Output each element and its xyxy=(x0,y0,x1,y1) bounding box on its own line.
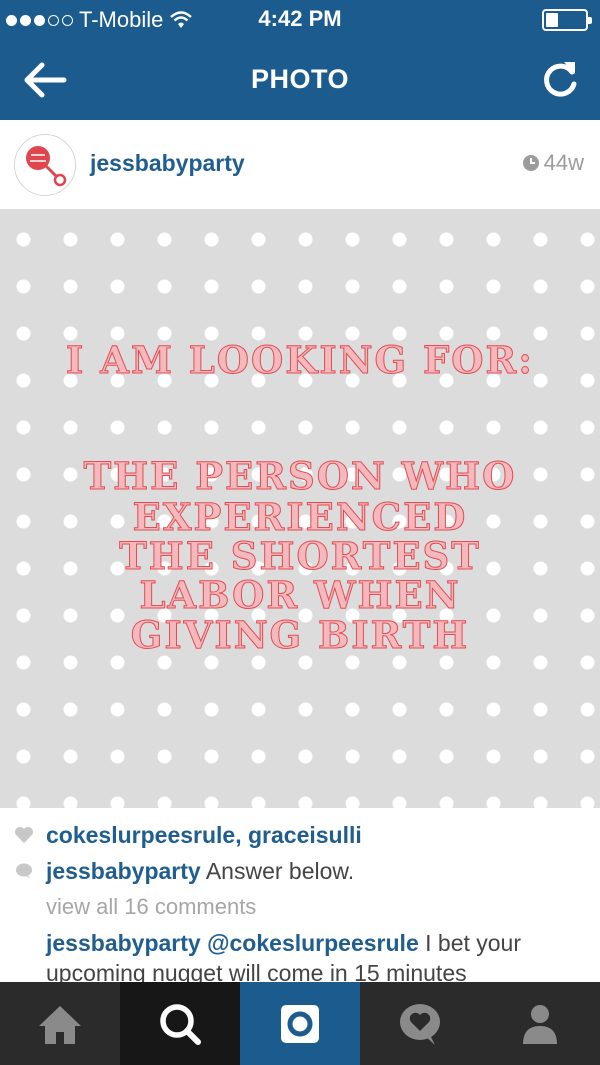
photo-heading: I AM LOOKING FOR: xyxy=(66,338,534,383)
post-age-text: 44w xyxy=(543,150,584,175)
page-title: PHOTO xyxy=(250,64,349,94)
photo-text-line: THE SHORTEST xyxy=(119,534,481,579)
post-photo[interactable]: I AM LOOKING FOR: THE PERSON WHO EXPERIE… xyxy=(0,210,600,808)
caption-text: jessbabyparty Answer below. xyxy=(46,858,354,885)
camera-icon xyxy=(281,1005,319,1043)
comment-body: I bet your xyxy=(418,930,522,956)
comment-username[interactable]: jessbabyparty xyxy=(46,930,201,956)
tab-home[interactable] xyxy=(0,982,120,1065)
comments-section: cokeslurpeesrule, graceisulli jessbabypa… xyxy=(0,810,600,982)
avatar[interactable] xyxy=(14,134,76,196)
post-header: jessbabyparty 44w xyxy=(0,120,600,210)
status-bar: T-Mobile 4:42 PM xyxy=(0,0,600,40)
tab-camera[interactable] xyxy=(240,982,360,1065)
comment-bubble-icon xyxy=(16,863,32,879)
profile-icon xyxy=(523,1005,557,1044)
tab-profile[interactable] xyxy=(480,982,600,1065)
top-bar: T-Mobile 4:42 PM PHOTO xyxy=(0,0,600,120)
comment-mention[interactable]: @cokeslurpeesrule xyxy=(201,930,419,956)
home-icon xyxy=(39,1006,81,1044)
post-username[interactable]: jessbabyparty xyxy=(90,150,245,177)
photo-text-line: EXPERIENCED xyxy=(132,495,468,540)
tab-bar xyxy=(0,982,600,1065)
photo-text-line: THE PERSON WHO xyxy=(83,454,517,499)
comment-text: jessbabyparty @cokeslurpeesrule I bet yo… xyxy=(46,930,521,957)
post-age: 44w xyxy=(522,150,584,176)
activity-icon xyxy=(400,1004,440,1045)
baby-rattle-icon xyxy=(26,146,67,187)
heart-icon xyxy=(15,827,33,843)
caption-body: Answer below. xyxy=(200,858,355,884)
photo-text-line: GIVING BIRTH xyxy=(130,613,470,658)
clock-icon xyxy=(522,155,539,171)
comment-body-line2: upcoming nugget will come in 15 minutes xyxy=(46,960,467,982)
photo-text-line: LABOR WHEN xyxy=(139,573,461,618)
refresh-icon[interactable] xyxy=(538,58,582,102)
search-icon xyxy=(160,1004,201,1045)
likes-users[interactable]: cokeslurpeesrule, graceisulli xyxy=(46,822,362,849)
view-all-comments-link[interactable]: view all 16 comments xyxy=(46,894,256,920)
battery-icon xyxy=(542,9,592,31)
nav-bar: PHOTO xyxy=(0,40,600,120)
tab-activity[interactable] xyxy=(360,982,480,1065)
caption-username[interactable]: jessbabyparty xyxy=(46,858,201,884)
status-time: 4:42 PM xyxy=(258,6,342,31)
tab-search[interactable] xyxy=(120,982,240,1065)
